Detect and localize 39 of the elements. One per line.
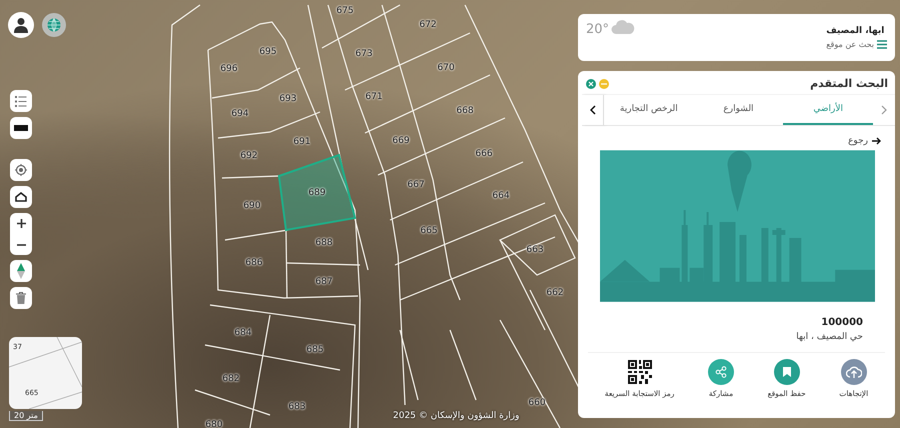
parcel-number: 680 xyxy=(205,420,223,428)
parcel-number: 669 xyxy=(392,136,410,146)
parcel-number: 666 xyxy=(475,149,493,159)
parcel-number: 694 xyxy=(231,109,249,119)
parcel-number: 662 xyxy=(546,288,564,298)
parcel-number: 663 xyxy=(526,245,544,255)
panel-title: البحث المتقدم xyxy=(810,77,888,90)
parcel-number: 687 xyxy=(315,277,333,287)
parcel-number: 692 xyxy=(240,151,258,161)
parcel-number-value: 100000 xyxy=(820,317,863,328)
parcel-number: 684 xyxy=(234,328,252,338)
parcel-number: 683 xyxy=(288,402,306,412)
parcel-number: 672 xyxy=(419,20,437,30)
parcel-number: 671 xyxy=(365,92,383,102)
parcel-number: 685 xyxy=(306,345,324,355)
parcel-number: 682 xyxy=(222,374,240,384)
parcel-number: 670 xyxy=(437,63,455,73)
parcel-address: حي المصيف ، ابها xyxy=(795,332,863,342)
temperature: 20° xyxy=(586,22,610,37)
parcel-number: 664 xyxy=(492,191,510,201)
back-button[interactable]: رجوع xyxy=(848,136,881,146)
parcel-number: 693 xyxy=(279,94,297,104)
parcel-number: 691 xyxy=(293,137,311,147)
map-attribution: وزارة الشؤون والإسكان © 2025 xyxy=(393,411,520,421)
scale-bar: 20 متر xyxy=(9,411,43,421)
parcel-number: 668 xyxy=(456,106,474,116)
location-name: ابها، المصيف xyxy=(826,26,884,36)
parcel-number: 688 xyxy=(315,238,333,248)
parcel-number: 667 xyxy=(407,180,425,190)
parcel-number: 689 xyxy=(308,188,326,198)
parcel-number: 695 xyxy=(259,47,277,57)
parcel-number: 673 xyxy=(355,49,373,59)
parcel-number: 665 xyxy=(420,226,438,236)
parcel-number: 660 xyxy=(528,398,546,408)
parcel-number: 690 xyxy=(243,201,261,211)
parcel-number: 686 xyxy=(245,258,263,268)
parcel-number: 696 xyxy=(220,64,238,74)
location-search-link[interactable]: بحث عن موقع xyxy=(826,40,887,49)
parcel-number: 675 xyxy=(336,6,354,16)
